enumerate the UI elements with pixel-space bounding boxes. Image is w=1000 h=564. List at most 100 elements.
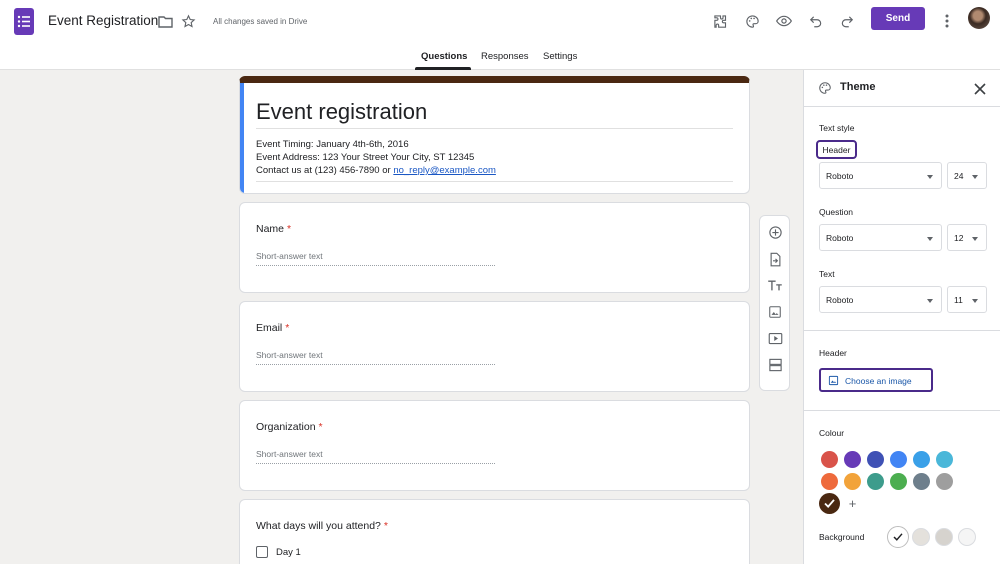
add-section-icon[interactable]	[767, 357, 783, 373]
check-icon	[824, 499, 835, 508]
forms-app-icon[interactable]	[14, 8, 34, 35]
description-underline	[256, 181, 733, 182]
redo-icon[interactable]	[837, 11, 857, 31]
description-line-address[interactable]: Event Address: 123 Your Street Your City…	[256, 152, 474, 163]
question-size-select[interactable]: 12	[947, 224, 987, 251]
chevron-down-icon	[972, 175, 978, 179]
colour-swatch[interactable]	[867, 473, 884, 490]
contact-text: Contact us at (123) 456-7890 or	[256, 165, 394, 176]
section-divider	[804, 410, 1000, 411]
send-button[interactable]: Send	[871, 7, 925, 30]
addons-puzzle-icon[interactable]	[710, 11, 730, 31]
background-swatch[interactable]	[935, 528, 953, 546]
theme-panel-title: Theme	[840, 81, 876, 93]
background-swatch[interactable]	[958, 528, 976, 546]
header-style-chip[interactable]: Header	[816, 140, 857, 159]
colour-swatch[interactable]	[821, 451, 838, 468]
question-card-email[interactable]: Email * Short-answer text	[239, 301, 750, 392]
header-image-label: Header	[819, 348, 847, 358]
answer-underline	[256, 463, 495, 464]
colour-swatch[interactable]	[867, 451, 884, 468]
required-asterisk: *	[287, 223, 292, 235]
chevron-down-icon	[927, 237, 933, 241]
colour-swatch[interactable]	[819, 493, 840, 514]
add-custom-colour-icon[interactable]: +	[844, 495, 861, 512]
short-answer-placeholder: Short-answer text	[256, 449, 323, 459]
checkbox-day-1[interactable]	[256, 546, 268, 558]
colour-swatch[interactable]	[890, 473, 907, 490]
palette-icon	[818, 81, 832, 100]
more-options-icon[interactable]	[937, 11, 957, 31]
colour-swatch[interactable]	[913, 451, 930, 468]
theme-panel: Theme Text style Header Roboto 24 Questi…	[803, 70, 1000, 564]
question-title: What days will you attend? *	[256, 520, 388, 532]
add-image-icon[interactable]	[767, 304, 783, 320]
preview-eye-icon[interactable]	[774, 11, 794, 31]
top-bar: Event Registration All changes saved in …	[0, 0, 1000, 44]
add-question-icon[interactable]	[767, 224, 783, 240]
title-underline	[256, 128, 733, 129]
tab-questions[interactable]: Questions	[421, 51, 467, 62]
form-canvas: Event registration Event Timing: January…	[0, 70, 803, 564]
background-swatch[interactable]	[912, 528, 930, 546]
background-label: Background	[819, 532, 865, 542]
colour-label: Colour	[819, 428, 845, 438]
checkbox-label-day-1: Day 1	[276, 547, 301, 558]
add-video-icon[interactable]	[767, 330, 783, 346]
question-style-label: Question	[819, 207, 854, 217]
short-answer-placeholder: Short-answer text	[256, 350, 323, 360]
colour-swatch[interactable]	[936, 473, 953, 490]
tab-responses[interactable]: Responses	[481, 51, 529, 62]
short-answer-placeholder: Short-answer text	[256, 251, 323, 261]
folder-icon[interactable]	[155, 11, 175, 31]
colour-swatch[interactable]	[890, 451, 907, 468]
question-title: Name *	[256, 223, 292, 235]
chevron-down-icon	[927, 175, 933, 179]
required-asterisk: *	[383, 520, 388, 532]
header-font-select[interactable]: Roboto	[819, 162, 942, 189]
question-card-attendance-days[interactable]: What days will you attend? * Day 1	[239, 499, 750, 564]
answer-underline	[256, 364, 495, 365]
star-icon[interactable]	[178, 11, 198, 31]
form-title[interactable]: Event registration	[256, 99, 427, 125]
colour-swatch[interactable]	[844, 451, 861, 468]
document-title[interactable]: Event Registration	[48, 13, 158, 28]
choose-image-button[interactable]: Choose an image	[819, 368, 933, 392]
theme-panel-header: Theme	[804, 70, 1000, 107]
answer-underline	[256, 265, 495, 266]
question-title: Email *	[256, 322, 290, 334]
undo-icon[interactable]	[806, 11, 826, 31]
background-swatch[interactable]	[887, 526, 909, 548]
save-status: All changes saved in Drive	[213, 17, 308, 26]
form-header-card[interactable]: Event registration Event Timing: January…	[239, 76, 750, 194]
question-font-select[interactable]: Roboto	[819, 224, 942, 251]
question-toolbar	[759, 215, 790, 391]
colour-swatch[interactable]	[936, 451, 953, 468]
text-size-select[interactable]: 11	[947, 286, 987, 313]
colour-swatch[interactable]	[844, 473, 861, 490]
text-style-label: Text style	[819, 123, 855, 133]
description-line-timing[interactable]: Event Timing: January 4th-6th, 2016	[256, 139, 409, 150]
question-title: Organization *	[256, 421, 323, 433]
tab-settings[interactable]: Settings	[543, 51, 577, 62]
palette-icon[interactable]	[742, 11, 762, 31]
colour-swatch[interactable]	[821, 473, 838, 490]
required-asterisk: *	[285, 322, 290, 334]
check-icon	[893, 533, 903, 541]
question-card-name[interactable]: Name * Short-answer text	[239, 202, 750, 293]
avatar[interactable]	[968, 7, 990, 29]
import-questions-icon[interactable]	[767, 251, 783, 267]
text-font-select[interactable]: Roboto	[819, 286, 942, 313]
add-title-icon[interactable]	[767, 277, 783, 293]
question-card-organization[interactable]: Organization * Short-answer text	[239, 400, 750, 491]
description-line-contact[interactable]: Contact us at (123) 456-7890 or no_reply…	[256, 165, 496, 176]
header-size-select[interactable]: 24	[947, 162, 987, 189]
tab-bar: Questions Responses Settings	[0, 44, 1000, 70]
chevron-down-icon	[927, 299, 933, 303]
colour-swatch[interactable]	[913, 473, 930, 490]
required-asterisk: *	[318, 421, 323, 433]
close-icon[interactable]	[974, 82, 986, 100]
chevron-down-icon	[972, 237, 978, 241]
contact-email-link[interactable]: no_reply@example.com	[393, 165, 496, 176]
text-style-text-label: Text	[819, 269, 835, 279]
